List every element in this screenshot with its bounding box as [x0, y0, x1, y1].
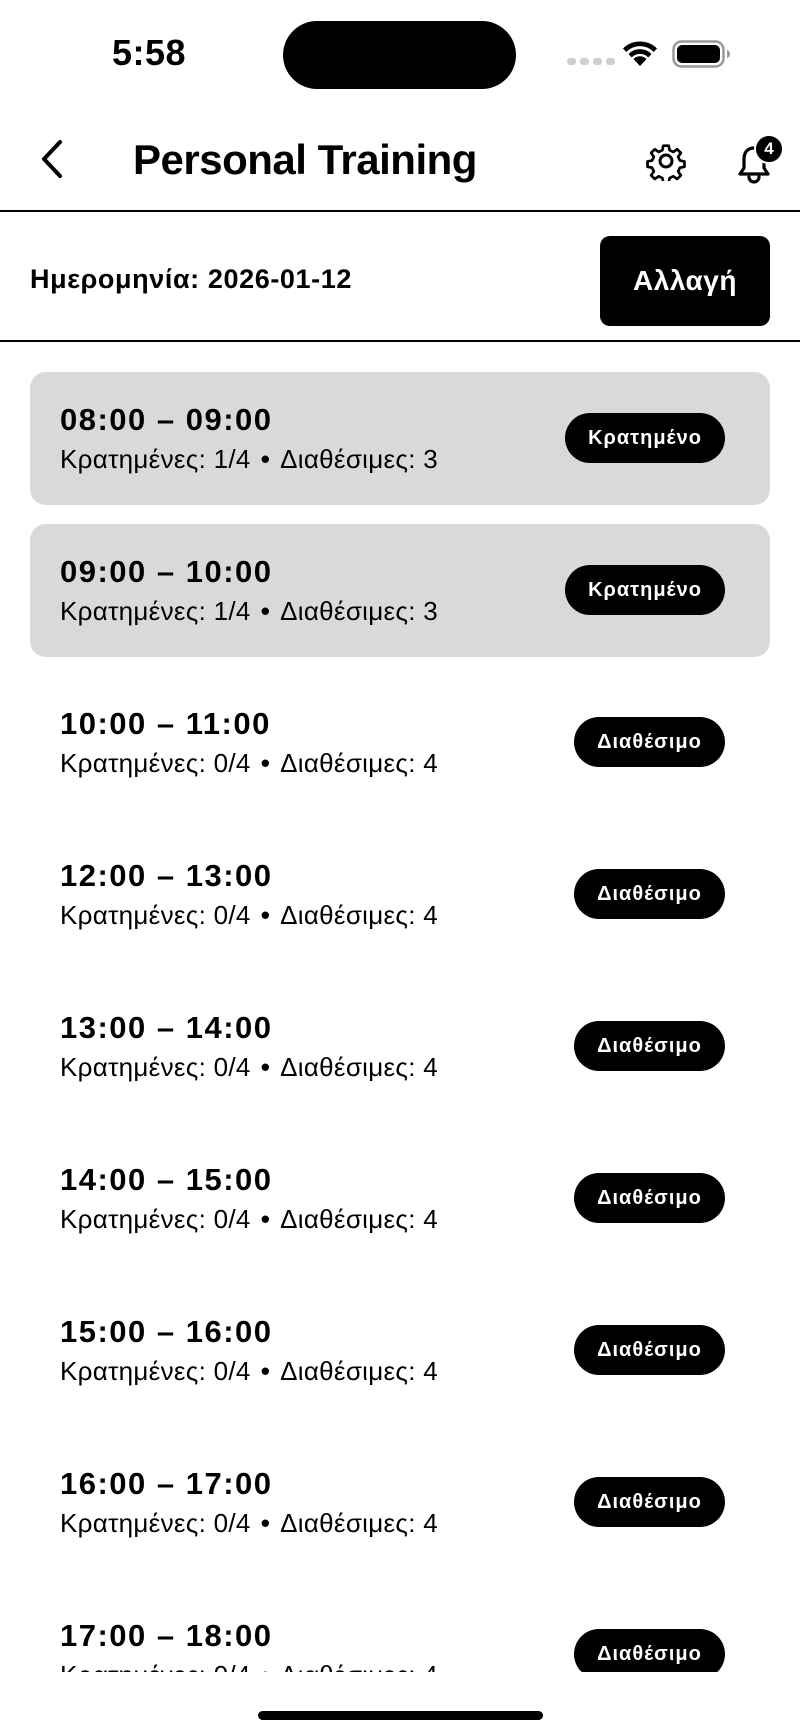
separator-dot: •: [260, 444, 271, 474]
cellular-signal-icon: [567, 58, 615, 65]
slot-available-count: Διαθέσιμες: 4: [280, 1356, 439, 1386]
slot-status-badge[interactable]: Διαθέσιμο: [574, 717, 725, 767]
chevron-left-icon: [42, 140, 62, 178]
slot-time: 10:00 – 11:00: [60, 706, 271, 741]
slot-time: 15:00 – 16:00: [60, 1314, 273, 1349]
slot-time: 08:00 – 09:00: [60, 402, 273, 437]
slot-booked-count: Κρατημένες: 0/4: [60, 900, 251, 930]
slot-booked-count: Κρατημένες: 0/4: [60, 1508, 251, 1538]
slot-available-count: Διαθέσιμες: 3: [280, 596, 439, 626]
back-button[interactable]: [30, 134, 74, 184]
slot-available-count: Διαθέσιμες: 4: [280, 900, 439, 930]
slot-booked-count: Κρατημένες: 0/4: [60, 1204, 251, 1234]
slot-time: 12:00 – 13:00: [60, 858, 273, 893]
slot-card[interactable]: 10:00 – 11:00 Κρατημένες: 0/4 • Διαθέσιμες:…: [30, 676, 770, 809]
slot-status-badge[interactable]: Διαθέσιμο: [574, 1629, 725, 1672]
settings-button[interactable]: [643, 138, 689, 184]
separator-dot: •: [260, 596, 271, 626]
slot-capacity: Κρατημένες: 0/4 • Διαθέσιμες: 4: [60, 1204, 438, 1235]
separator-dot: •: [260, 1052, 271, 1082]
status-bar: 5:58: [0, 0, 800, 110]
slot-available-count: Διαθέσιμες: 3: [280, 444, 439, 474]
home-indicator: [258, 1711, 543, 1720]
slot-card[interactable]: 13:00 – 14:00 Κρατημένες: 0/4 • Διαθέσιμες:…: [30, 980, 770, 1113]
slot-capacity: Κρατημένες: 1/4 • Διαθέσιμες: 3: [60, 444, 438, 475]
slot-status-badge[interactable]: Διαθέσιμο: [574, 1477, 725, 1527]
slot-card[interactable]: 14:00 – 15:00 Κρατημένες: 0/4 • Διαθέσιμες:…: [30, 1132, 770, 1265]
slot-booked-count: Κρατημένες: 1/4: [60, 444, 251, 474]
slot-card[interactable]: 15:00 – 16:00 Κρατημένες: 0/4 • Διαθέσιμες:…: [30, 1284, 770, 1417]
slot-booked-count: Κρατημένες: 0/4: [60, 1052, 251, 1082]
slot-time: 09:00 – 10:00: [60, 554, 273, 589]
separator-dot: •: [260, 748, 271, 778]
separator-dot: •: [261, 1660, 270, 1672]
slot-status-badge[interactable]: Κρατημένο: [565, 565, 725, 615]
slot-available-count: Διαθέσιμες: 4: [280, 1052, 439, 1082]
slot-status-badge[interactable]: Διαθέσιμο: [574, 869, 725, 919]
slot-capacity: Κρατημένες: 1/4 • Διαθέσιμες: 3: [60, 596, 438, 627]
separator-dot: •: [260, 1204, 271, 1234]
notifications-button[interactable]: 4: [732, 134, 784, 188]
slot-card[interactable]: 17:00 – 18:00 Κρατημένες: 0/4 • Διαθέσιμες:…: [30, 1588, 770, 1672]
time-slot-list[interactable]: 08:00 – 09:00 Κρατημένες: 1/4 • Διαθέσιμες:…: [0, 342, 800, 1672]
date-bar: Ημερομηνία: 2026-01-12 Αλλαγή: [0, 212, 800, 342]
slot-card[interactable]: 08:00 – 09:00 Κρατημένες: 1/4 • Διαθέσιμες:…: [30, 372, 770, 505]
separator-dot: •: [260, 900, 271, 930]
slot-status-badge[interactable]: Διαθέσιμο: [574, 1021, 725, 1071]
slot-capacity: Κρατημένες: 0/4 • Διαθέσιμες: 4: [60, 1356, 438, 1387]
date-label: Ημερομηνία: 2026-01-12: [30, 264, 352, 294]
slot-booked-count: Κρατημένες: 0/4: [60, 1356, 251, 1386]
notification-count-badge: 4: [754, 134, 784, 164]
slot-card[interactable]: 16:00 – 17:00 Κρατημένες: 0/4 • Διαθέσιμες:…: [30, 1436, 770, 1569]
slot-capacity: Κρατημένες: 0/4 • Διαθέσιμες: 4: [60, 900, 438, 931]
gear-icon: [646, 144, 686, 181]
slot-card[interactable]: 12:00 – 13:00 Κρατημένες: 0/4 • Διαθέσιμες:…: [30, 828, 770, 961]
slot-booked-count: Κρατημένες: 0/4: [60, 748, 251, 778]
slot-status-badge[interactable]: Διαθέσιμο: [574, 1325, 725, 1375]
page-title: Personal Training: [133, 136, 477, 183]
slot-time: 13:00 – 14:00: [60, 1010, 273, 1045]
slot-capacity: Κρατημένες: 0/4 • Διαθέσιμες: 4: [60, 1052, 438, 1083]
slot-available-count: Διαθέσιμες: 4: [280, 1660, 438, 1672]
status-time: 5:58: [112, 32, 187, 73]
separator-dot: •: [260, 1508, 271, 1538]
separator-dot: •: [260, 1356, 271, 1386]
slot-available-count: Διαθέσιμες: 4: [280, 1204, 439, 1234]
slot-time: 17:00 – 18:00: [60, 1618, 273, 1653]
slot-booked-count: Κρατημένες: 0/4: [60, 1660, 251, 1672]
slot-card[interactable]: 09:00 – 10:00 Κρατημένες: 1/4 • Διαθέσιμες:…: [30, 524, 770, 657]
slot-time: 16:00 – 17:00: [60, 1466, 273, 1501]
slot-time: 14:00 – 15:00: [60, 1162, 273, 1197]
battery-icon: [672, 40, 730, 68]
slot-available-count: Διαθέσιμες: 4: [280, 1508, 439, 1538]
slot-booked-count: Κρατημένες: 1/4: [60, 596, 251, 626]
slot-status-badge[interactable]: Κρατημένο: [565, 413, 725, 463]
slot-capacity: Κρατημένες: 0/4 • Διαθέσιμες: 4: [60, 1660, 438, 1672]
slot-status-badge[interactable]: Διαθέσιμο: [574, 1173, 725, 1223]
nav-header: Personal Training 4: [0, 110, 800, 212]
slot-capacity: Κρατημένες: 0/4 • Διαθέσιμες: 4: [60, 1508, 438, 1539]
dynamic-island: [283, 21, 516, 89]
wifi-icon: [623, 41, 657, 66]
slot-capacity: Κρατημένες: 0/4 • Διαθέσιμες: 4: [60, 748, 438, 779]
slot-available-count: Διαθέσιμες: 4: [280, 748, 439, 778]
change-date-button[interactable]: Αλλαγή: [600, 236, 770, 326]
